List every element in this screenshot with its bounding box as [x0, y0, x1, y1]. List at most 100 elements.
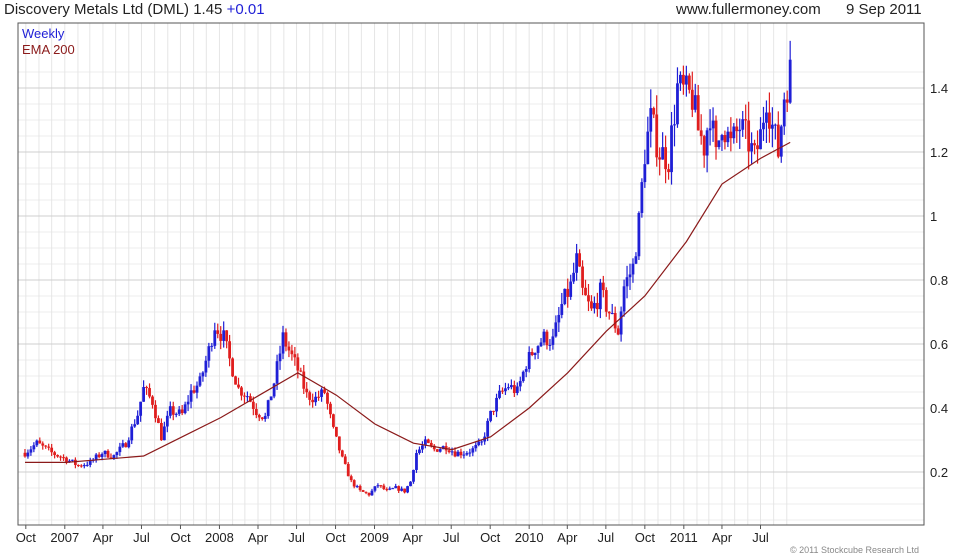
- candle-body: [174, 413, 178, 415]
- candle-body: [750, 143, 754, 152]
- candle-body: [287, 346, 291, 351]
- candle-body: [453, 451, 457, 457]
- candle-body: [667, 169, 670, 173]
- candle-body: [204, 360, 208, 373]
- x-tick-label: Oct: [480, 530, 501, 545]
- price-chart: 0.2 0.4 0.6 0.8 1 1.2 1.4 Oct 2007 Apr Jul Oct 2008 A…: [16, 22, 948, 545]
- candle-body: [332, 414, 335, 427]
- candle-body: [367, 492, 371, 496]
- candle-body: [735, 126, 739, 132]
- candle-body: [263, 416, 267, 419]
- candle-body: [296, 357, 300, 371]
- candle-body: [507, 387, 510, 389]
- x-tick-label: Jul: [598, 530, 615, 545]
- candle-body: [456, 451, 460, 457]
- candle-body: [162, 426, 166, 441]
- candle-body: [186, 401, 190, 405]
- candle-body: [56, 455, 59, 457]
- candle-body: [293, 354, 297, 358]
- x-tick-label: Jul: [288, 530, 305, 545]
- candle-body: [670, 125, 673, 173]
- candle-body: [44, 445, 48, 447]
- x-tick-label: Apr: [93, 530, 114, 545]
- candle-body: [708, 128, 712, 131]
- candle-body: [530, 351, 534, 355]
- candle-body: [776, 124, 780, 157]
- candle-body: [260, 417, 264, 419]
- candle-body: [379, 485, 383, 487]
- candle-body: [498, 390, 501, 398]
- x-tick-label: 2009: [360, 530, 389, 545]
- candle-body: [397, 486, 401, 491]
- candle-body: [664, 147, 668, 170]
- candle-body: [738, 129, 742, 132]
- candle-body: [501, 390, 504, 392]
- candle-body: [103, 450, 107, 455]
- candle-body: [536, 346, 540, 353]
- candle-body: [183, 404, 187, 414]
- candle-body: [317, 396, 320, 398]
- x-tick-label: Oct: [325, 530, 346, 545]
- candle-body: [613, 313, 617, 329]
- candle-body: [637, 212, 641, 257]
- candle-body: [598, 282, 602, 310]
- candle-body: [346, 463, 350, 477]
- candle-body: [560, 303, 564, 315]
- candle-body: [305, 388, 309, 393]
- candle-body: [228, 341, 232, 359]
- candle-body: [201, 372, 205, 377]
- candle-body: [85, 464, 89, 466]
- candle-body: [587, 295, 590, 302]
- candle-body: [216, 330, 220, 334]
- candle-body: [542, 331, 546, 343]
- candle-body: [524, 369, 528, 372]
- candle-body: [290, 350, 294, 355]
- candle-body: [409, 481, 412, 487]
- candle-body: [323, 389, 326, 393]
- candle-body: [533, 352, 537, 355]
- x-tick-label: 2010: [515, 530, 544, 545]
- candle-body: [492, 410, 495, 412]
- candle-body: [364, 491, 368, 493]
- candle-body: [391, 488, 395, 490]
- candle-body: [225, 330, 229, 342]
- candle-body: [130, 426, 134, 441]
- candle-body: [741, 119, 745, 130]
- candle-body: [237, 384, 240, 388]
- candle-body: [195, 385, 199, 393]
- candle-body: [400, 488, 404, 491]
- candle-body: [572, 272, 576, 282]
- candle-body: [168, 406, 172, 416]
- candle-body: [94, 454, 98, 460]
- candle-body: [435, 449, 439, 452]
- candle-body: [610, 313, 614, 315]
- candle-body: [438, 449, 442, 452]
- candle-body: [210, 345, 214, 347]
- candle-body: [180, 409, 184, 414]
- candle-body: [97, 454, 101, 457]
- x-tick-label: 2011: [670, 530, 698, 545]
- candle-body: [779, 126, 783, 157]
- candle-body: [266, 400, 270, 417]
- candle-body: [136, 415, 140, 425]
- chart-legend: Weekly EMA 200: [22, 26, 75, 58]
- candle-body: [76, 464, 80, 466]
- candle-body: [148, 388, 151, 397]
- y-tick-label: 0.6: [930, 337, 948, 352]
- legend-weekly: Weekly: [22, 26, 65, 41]
- candle-body: [575, 253, 579, 273]
- candle-body: [557, 314, 561, 323]
- candle-body: [50, 447, 54, 453]
- x-tick-label: Oct: [16, 530, 37, 545]
- y-tick-label: 1: [930, 209, 937, 224]
- candle-body: [251, 401, 255, 409]
- candle-body: [189, 390, 193, 402]
- candle-body: [756, 145, 759, 150]
- candle-body: [358, 486, 362, 491]
- candle-body: [747, 120, 751, 152]
- candle-body: [578, 253, 581, 267]
- candle-body: [770, 124, 774, 129]
- candle-body: [254, 408, 258, 416]
- candle-body: [717, 140, 721, 148]
- candle-body: [420, 445, 424, 450]
